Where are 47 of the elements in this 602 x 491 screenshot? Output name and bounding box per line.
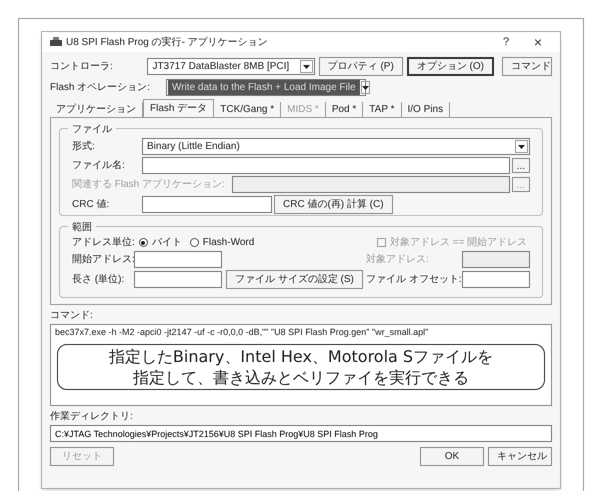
field-label: ファイル名:	[72, 159, 126, 172]
field-label: 対象アドレス == 開始アドレス	[390, 236, 528, 249]
callout-text: 指定したBinary、Intel Hex、Motorola Sファイルを	[108, 346, 494, 366]
field-label: 開始アドレス:	[72, 253, 134, 266]
tab[interactable]: Pod *	[326, 102, 364, 117]
field-label: 形式:	[72, 140, 96, 153]
field-label: バイト	[152, 236, 182, 249]
tab[interactable]: TAP *	[363, 102, 402, 117]
button[interactable]: ファイル サイズの設定 (S)	[226, 270, 363, 289]
tab[interactable]: Flash データ	[143, 99, 214, 117]
toolbar-button[interactable]: オプション (O)	[406, 57, 494, 76]
input-field[interactable]	[142, 196, 272, 213]
browse-button[interactable]: ...	[512, 158, 530, 173]
field-label: 関連する Flash アプリケーション:	[72, 178, 226, 191]
field-label: Flash オペレーション:	[50, 81, 152, 94]
field-label: 対象アドレス:	[366, 253, 430, 266]
window-title: U8 SPI Flash Prog の実行- アプリケーション	[66, 36, 269, 50]
input-field[interactable]	[134, 271, 222, 288]
directory-field[interactable]: C:¥JTAG Technologies¥Projects¥JT2156¥U8 SPI Flash Prog¥U8 SPI Flash Prog	[50, 425, 552, 442]
field-label: コントローラ:	[50, 60, 114, 73]
help-button[interactable]: ?	[492, 34, 520, 50]
button[interactable]: CRC 値の(再) 計算 (C)	[274, 195, 393, 214]
command-text-area[interactable]: bec37x7.exe -h -M2 -apci0 -jt2147 -uf -c -r0,0,0 -dB,"" "U8 SPI Flash Prog.gen" "wr_small.apl" 指定したBinary、Intel Hex、Motorola Sファイルを 指定して、書き込みとベリファイを実行できる	[50, 324, 552, 406]
field-label: CRC 値:	[72, 198, 110, 211]
command-text: bec37x7.exe -h -M2 -apci0 -jt2147 -uf -c -r0,0,0 -dB,"" "U8 SPI Flash Prog.gen" "wr_small.apl"	[55, 326, 430, 339]
callout-text: 指定して、書き込みとベリファイを実行できる	[133, 366, 469, 388]
dropdown[interactable]: Binary (Little Endian)	[142, 138, 530, 155]
tab[interactable]: I/O Pins	[402, 102, 450, 117]
input-field[interactable]	[134, 251, 222, 268]
dropdown[interactable]: JT3717 DataBlaster 8MB [PCI]	[147, 58, 315, 75]
radio-button[interactable]	[138, 238, 148, 247]
app-icon	[50, 37, 62, 47]
toolbar-button[interactable]: コマンド	[502, 57, 552, 76]
close-button[interactable]: ×	[524, 32, 552, 52]
tab[interactable]: TCK/Gang *	[214, 102, 282, 117]
field-label: 作業ディレクトリ:	[50, 410, 134, 423]
button[interactable]: OK	[420, 447, 484, 466]
field-label: 長さ (単位):	[72, 273, 126, 286]
input-field[interactable]	[142, 157, 510, 174]
field-label: コマンド:	[50, 309, 94, 322]
field-label: ファイル オフセット:	[366, 273, 462, 286]
radio-button[interactable]	[190, 238, 199, 247]
input-field[interactable]	[462, 271, 530, 288]
field-label: Flash-Word	[202, 236, 254, 249]
field-label: アドレス単位:	[72, 236, 135, 249]
button[interactable]: キャンセル	[488, 447, 552, 466]
toolbar-button[interactable]: プロパティ (P)	[318, 57, 403, 76]
